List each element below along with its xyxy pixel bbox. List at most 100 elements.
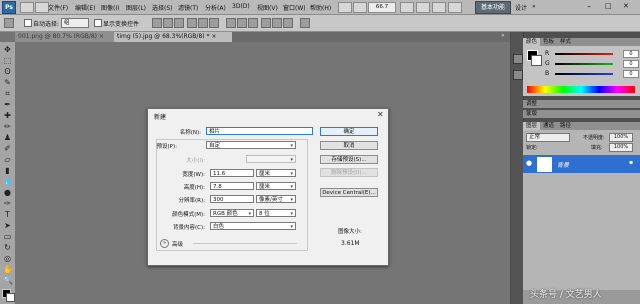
eyedropper-tool-icon[interactable]: ✒ (3, 100, 12, 109)
r-value[interactable]: 0 (623, 50, 639, 58)
align-hcenter-icon[interactable] (198, 18, 208, 28)
show-transform-checkbox[interactable] (94, 19, 102, 27)
brush-tool-icon[interactable]: ✏ (3, 122, 12, 131)
screen-mode-icon[interactable] (416, 2, 430, 13)
arrange-documents-icon[interactable] (400, 2, 414, 13)
tab-masks[interactable]: 蒙版 (523, 110, 540, 118)
distribute-left-icon[interactable] (261, 18, 271, 28)
gradient-tool-icon[interactable]: ▮ (3, 166, 12, 175)
distribute-top-icon[interactable] (226, 18, 236, 28)
history-brush-tool-icon[interactable]: ✐ (3, 144, 12, 153)
opacity-field[interactable]: 100% (609, 133, 633, 142)
tab-paths[interactable]: 路径 (557, 122, 574, 130)
menu-image[interactable]: 图像(I) (101, 3, 119, 12)
type-tool-icon[interactable]: T (3, 210, 12, 219)
b-track[interactable] (555, 73, 613, 75)
minibridge-icon[interactable] (35, 2, 49, 13)
zoom-level[interactable]: 66.7 (368, 2, 396, 13)
rotate-view-icon[interactable] (448, 2, 462, 13)
menu-analysis[interactable]: 分析(A) (205, 3, 226, 12)
blend-mode-dropdown[interactable]: 正常 (526, 133, 570, 142)
distribute-vcenter-icon[interactable] (237, 18, 247, 28)
color-spectrum-bar[interactable] (527, 86, 635, 93)
tab-overflow-icon[interactable]: » (501, 32, 505, 39)
maximize-icon[interactable]: □ (605, 2, 612, 10)
auto-select-dropdown[interactable]: 组 (61, 18, 89, 28)
b-value[interactable]: 0 (623, 70, 639, 78)
save-preset-button[interactable]: 存储预设(S)... (320, 155, 378, 164)
menu-3d[interactable]: 3D(D) (232, 3, 250, 10)
device-central-button[interactable]: Device Central(E)... (320, 188, 378, 197)
workspace-essentials-button[interactable]: 基本功能 (475, 1, 511, 14)
align-vcenter-icon[interactable] (163, 18, 173, 28)
tab-swatches[interactable]: 色板 (540, 38, 557, 46)
path-selection-tool-icon[interactable]: ➤ (3, 221, 12, 230)
height-input[interactable]: 7.8 (210, 182, 254, 190)
marquee-tool-icon[interactable]: ⬚ (3, 56, 12, 65)
tab-timg-jpg[interactable]: timg (5).jpg @ 68.3%(RGB/8) * × (114, 32, 232, 42)
hand-tool-icon[interactable] (338, 2, 352, 13)
grid-icon[interactable] (432, 2, 446, 13)
preset-dropdown[interactable]: 自定 ▾ (206, 141, 296, 149)
tab-001-png[interactable]: 001.png @ 80.7% (RGB/8) × (15, 32, 117, 42)
visibility-eye-icon[interactable]: ● (526, 159, 532, 167)
shape-tool-icon[interactable]: ▭ (3, 232, 12, 241)
align-left-icon[interactable] (187, 18, 197, 28)
g-track[interactable] (555, 63, 613, 65)
menu-select[interactable]: 选择(S) (152, 3, 173, 12)
auto-align-icon[interactable] (300, 18, 310, 28)
ok-button[interactable]: 确定 (320, 127, 378, 136)
menu-help[interactable]: 帮助(H) (310, 3, 331, 12)
eraser-tool-icon[interactable]: ▱ (3, 155, 12, 164)
actions-panel-icon[interactable] (513, 70, 523, 80)
menu-window[interactable]: 窗口(W) (283, 3, 306, 12)
menu-layer[interactable]: 图层(L) (126, 3, 146, 12)
pen-tool-icon[interactable]: ✑ (3, 199, 12, 208)
history-panel-icon[interactable] (513, 54, 523, 64)
move-tool-icon[interactable]: ✥ (3, 45, 12, 54)
move-tool-icon[interactable] (4, 18, 14, 28)
tab-color[interactable]: 颜色 (523, 38, 541, 46)
bit-depth-dropdown[interactable]: 8 位 ▾ (256, 209, 296, 217)
distribute-bottom-icon[interactable] (248, 18, 258, 28)
color-mode-dropdown[interactable]: RGB 颜色 ▾ (210, 209, 254, 217)
slider-b[interactable]: B 0 (545, 70, 639, 78)
distribute-right-icon[interactable] (283, 18, 293, 28)
zoom-tool-icon[interactable] (353, 2, 367, 13)
dodge-tool-icon[interactable]: ● (3, 188, 12, 197)
3d-orbit-tool-icon[interactable]: ◎ (3, 254, 12, 263)
blur-tool-icon[interactable]: 💧 (3, 177, 13, 186)
layer-name[interactable]: 背景 (557, 160, 569, 169)
fill-field[interactable]: 100% (609, 143, 633, 152)
close-icon[interactable]: ✕ (377, 110, 384, 119)
tab-adjustments[interactable]: 调整 (523, 100, 540, 108)
cancel-button[interactable]: 取消 (320, 141, 378, 150)
height-unit-dropdown[interactable]: 厘米 ▾ (256, 182, 296, 190)
3d-rotate-tool-icon[interactable]: ↻ (3, 243, 12, 252)
background-color-swatch[interactable] (6, 293, 15, 302)
tab-layers[interactable]: 图层 (523, 122, 541, 130)
name-input[interactable]: 相片 (206, 127, 313, 135)
color-panel-background-swatch[interactable] (531, 55, 542, 66)
menu-edit[interactable]: 编辑(E) (75, 3, 95, 12)
lasso-tool-icon[interactable]: ʘ (3, 67, 12, 76)
align-bottom-icon[interactable] (174, 18, 184, 28)
tab-styles[interactable]: 样式 (557, 38, 574, 46)
slider-r[interactable]: R 0 (545, 50, 639, 58)
zoom-tool-icon[interactable]: 🔍 (3, 276, 13, 285)
minimize-icon[interactable]: – (587, 2, 591, 11)
g-value[interactable]: 0 (623, 60, 639, 68)
align-right-icon[interactable] (209, 18, 219, 28)
advanced-label[interactable]: 高级 (172, 240, 183, 248)
width-input[interactable]: 11.6 (210, 169, 254, 177)
close-icon[interactable]: ✕ (623, 2, 629, 10)
tab-channels[interactable]: 通道 (540, 122, 557, 130)
quick-select-tool-icon[interactable]: ✎ (3, 78, 12, 87)
r-track[interactable] (555, 53, 613, 55)
advanced-toggle-icon[interactable]: » (160, 239, 169, 248)
width-unit-dropdown[interactable]: 厘米 ▾ (256, 169, 296, 177)
menu-view[interactable]: 视图(V) (257, 3, 278, 12)
background-dropdown[interactable]: 白色 ▾ (210, 222, 296, 230)
layer-row-background[interactable]: ● 背景 ▪ (523, 155, 640, 173)
menu-filter[interactable]: 滤镜(T) (178, 3, 198, 12)
